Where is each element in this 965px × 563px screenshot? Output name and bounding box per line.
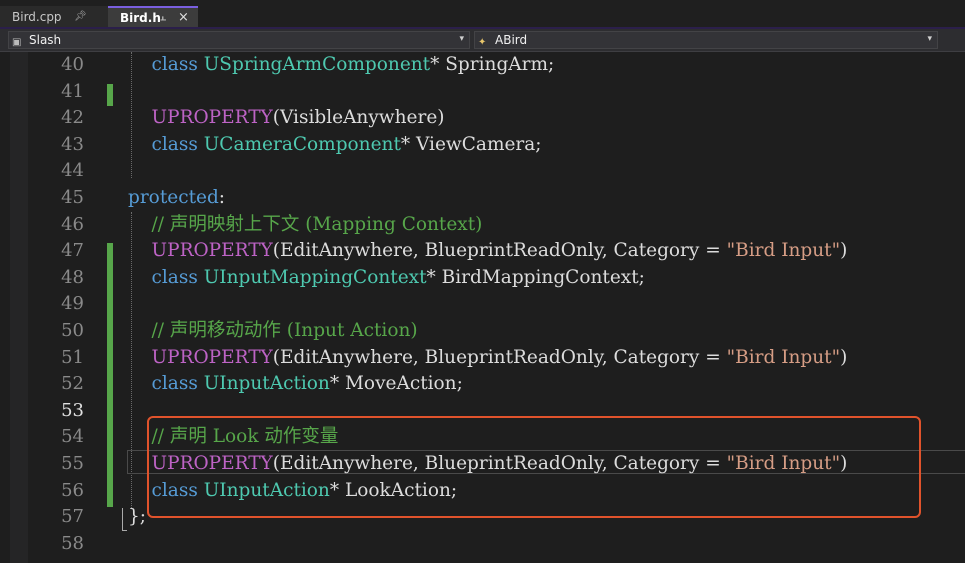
text-token: * ViewCamera;	[400, 133, 542, 155]
code-text: // 声明映射上下文 (Mapping Context)	[128, 212, 483, 238]
text-token: (EditAnywhere, BlueprintReadOnly, Catego…	[272, 346, 727, 368]
text-token: (EditAnywhere, BlueprintReadOnly, Catego…	[272, 240, 727, 262]
keyword-token: class	[151, 266, 198, 288]
code-text: class UCameraComponent* ViewCamera;	[128, 132, 542, 158]
line-number: 49	[61, 293, 84, 315]
document-tab-strip: Bird.cpp 📌︎ Bird.h ⫠ ×	[0, 0, 965, 29]
annotation-highlight-box	[147, 416, 921, 518]
chevron-down-icon: ▾	[459, 34, 464, 44]
tab-label: Bird.cpp	[12, 10, 62, 24]
line-number: 50	[61, 320, 84, 341]
code-line[interactable]: 42 UPROPERTY(VisibleAnywhere)	[0, 105, 965, 131]
line-number: 51	[61, 346, 84, 368]
line-number: 55	[61, 453, 84, 474]
code-line[interactable]: 41	[0, 79, 965, 105]
text-token: )	[840, 346, 848, 368]
keyword-token: class	[151, 373, 198, 395]
text-token: * SpringArm;	[430, 54, 555, 75]
line-number: 45	[61, 187, 84, 208]
code-text: UPROPERTY(EditAnywhere, BlueprintReadOnl…	[128, 345, 848, 371]
line-number: 46	[61, 213, 84, 235]
code-line[interactable]: 47 UPROPERTY(EditAnywhere, BlueprintRead…	[0, 238, 965, 264]
code-line[interactable]: 40 class USpringArmComponent* SpringArm;	[0, 52, 965, 78]
keyword-token: class	[151, 54, 198, 75]
line-number: 57	[61, 506, 84, 528]
line-number: 48	[61, 266, 84, 288]
macro-token: UPROPERTY	[151, 240, 273, 262]
line-number: 56	[61, 479, 84, 501]
code-text: protected:	[128, 185, 225, 211]
code-text: UPROPERTY(VisibleAnywhere)	[128, 105, 445, 131]
project-dropdown[interactable]: ▣ Slash ▾	[8, 31, 470, 49]
code-line[interactable]: 46 // 声明映射上下文 (Mapping Context)	[0, 212, 965, 238]
code-text: class UInputAction* MoveAction;	[128, 371, 463, 397]
code-line[interactable]: 43 class UCameraComponent* ViewCamera;	[0, 132, 965, 158]
chevron-down-icon: ▾	[927, 34, 932, 44]
navigation-bar: ▣ Slash ▾ ✦ ABird ▾	[0, 29, 965, 52]
macro-token: UPROPERTY	[151, 107, 273, 129]
project-dropdown-label: Slash	[29, 33, 62, 47]
keyword-token: protected	[128, 187, 219, 208]
tab-bird-h[interactable]: Bird.h ⫠ ×	[108, 6, 198, 28]
tab-label: Bird.h	[120, 11, 161, 25]
pin-icon[interactable]: 📌︎	[74, 6, 87, 28]
line-number: 42	[61, 107, 84, 129]
code-text: class USpringArmComponent* SpringArm;	[128, 52, 555, 78]
string-token: "Bird Input"	[726, 346, 841, 368]
type-token: UCameraComponent	[203, 133, 401, 155]
scope-dropdown[interactable]: ✦ ABird ▾	[474, 31, 938, 49]
line-number: 58	[61, 532, 84, 554]
line-number: 40	[61, 54, 84, 75]
line-number: 53	[61, 399, 84, 421]
class-icon: ✦	[478, 37, 487, 48]
close-icon[interactable]: ×	[178, 8, 189, 28]
code-line[interactable]: 52 class UInputAction* MoveAction;	[0, 371, 965, 397]
pin-icon[interactable]: ⫠	[160, 8, 166, 28]
code-line[interactable]: 44	[0, 158, 965, 184]
type-token: USpringArmComponent	[203, 54, 431, 75]
text-token: (VisibleAnywhere)	[272, 107, 445, 129]
code-line[interactable]: 51 UPROPERTY(EditAnywhere, BlueprintRead…	[0, 345, 965, 371]
code-line[interactable]: 58	[0, 531, 965, 557]
code-line[interactable]: 48 class UInputMappingContext* BirdMappi…	[0, 265, 965, 291]
comment-token: // 声明映射上下文 (Mapping Context)	[151, 213, 483, 235]
text-token: * BirdMappingContext;	[426, 266, 645, 288]
macro-token: UPROPERTY	[151, 346, 273, 368]
code-text: };	[128, 504, 146, 530]
code-editor[interactable]: 40 class USpringArmComponent* SpringArm;…	[0, 52, 965, 563]
comment-token: // 声明移动动作 (Input Action)	[151, 320, 418, 341]
line-number: 43	[61, 133, 84, 155]
type-token: UInputMappingContext	[203, 266, 427, 288]
text-token: };	[128, 506, 147, 528]
code-line[interactable]: 45 protected:	[0, 185, 965, 211]
line-number: 54	[61, 426, 84, 448]
text-token: )	[840, 240, 848, 262]
project-icon: ▣	[12, 37, 22, 48]
line-number: 44	[61, 160, 84, 182]
code-line[interactable]: 50 // 声明移动动作 (Input Action)	[0, 318, 965, 344]
line-number: 52	[61, 373, 84, 395]
line-number: 41	[61, 80, 84, 102]
text-token: :	[218, 187, 226, 208]
tab-bird-cpp[interactable]: Bird.cpp 📌︎	[0, 6, 108, 28]
code-text: class UInputMappingContext* BirdMappingC…	[128, 265, 645, 291]
keyword-token: class	[151, 133, 198, 155]
text-token: * MoveAction;	[329, 373, 463, 395]
code-text: UPROPERTY(EditAnywhere, BlueprintReadOnl…	[128, 238, 848, 264]
string-token: "Bird Input"	[726, 240, 841, 262]
code-line[interactable]: 49	[0, 291, 965, 317]
scope-dropdown-label: ABird	[495, 33, 528, 47]
line-number: 47	[61, 240, 84, 262]
type-token: UInputAction	[203, 373, 330, 395]
code-text: // 声明移动动作 (Input Action)	[128, 318, 418, 344]
